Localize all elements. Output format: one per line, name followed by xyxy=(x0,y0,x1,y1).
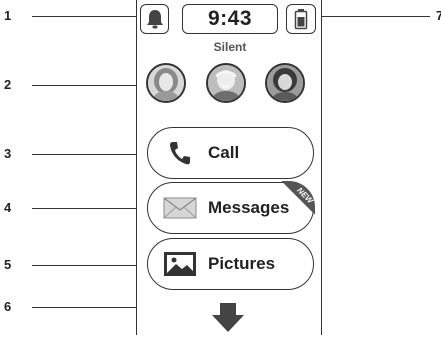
callout-7: 7 xyxy=(436,8,441,23)
contact-avatar-2[interactable] xyxy=(206,63,246,103)
contact-photo-man xyxy=(208,65,244,101)
call-button[interactable]: Call xyxy=(147,127,314,179)
contact-photo-girl xyxy=(267,65,303,101)
messages-label: Messages xyxy=(208,198,290,217)
sound-mode-button[interactable] xyxy=(140,4,169,34)
callout-4: 4 xyxy=(4,200,12,215)
messages-button[interactable]: Messages NEW xyxy=(147,181,315,234)
bell-silent-icon xyxy=(146,10,163,29)
pictures-button[interactable]: Pictures xyxy=(147,238,314,290)
callout-3: 3 xyxy=(4,146,12,161)
call-label: Call xyxy=(208,143,240,162)
sound-mode-label: Silent xyxy=(213,40,247,54)
picture-icon xyxy=(160,249,200,279)
leader-line-3 xyxy=(32,154,148,155)
contact-avatar-3[interactable] xyxy=(265,63,305,103)
callout-1: 1 xyxy=(4,8,12,23)
leader-line-7 xyxy=(316,16,430,17)
contact-avatar-1[interactable] xyxy=(146,63,186,103)
phone-handset-icon xyxy=(160,138,200,168)
envelope-icon xyxy=(160,193,200,223)
callout-2: 2 xyxy=(4,77,12,92)
leader-line-2 xyxy=(32,85,146,86)
pictures-label: Pictures xyxy=(208,254,276,273)
battery-indicator xyxy=(286,4,316,34)
leader-line-4 xyxy=(32,208,148,209)
leader-line-5 xyxy=(32,265,148,266)
contact-photo-woman xyxy=(148,65,184,101)
scroll-down-button[interactable] xyxy=(210,301,246,333)
clock-display: 9:43 xyxy=(182,4,278,34)
callout-5: 5 xyxy=(4,257,12,272)
leader-line-1 xyxy=(32,16,138,17)
arrow-down-icon xyxy=(212,303,244,332)
battery-icon xyxy=(294,9,308,30)
callout-6: 6 xyxy=(4,299,12,314)
